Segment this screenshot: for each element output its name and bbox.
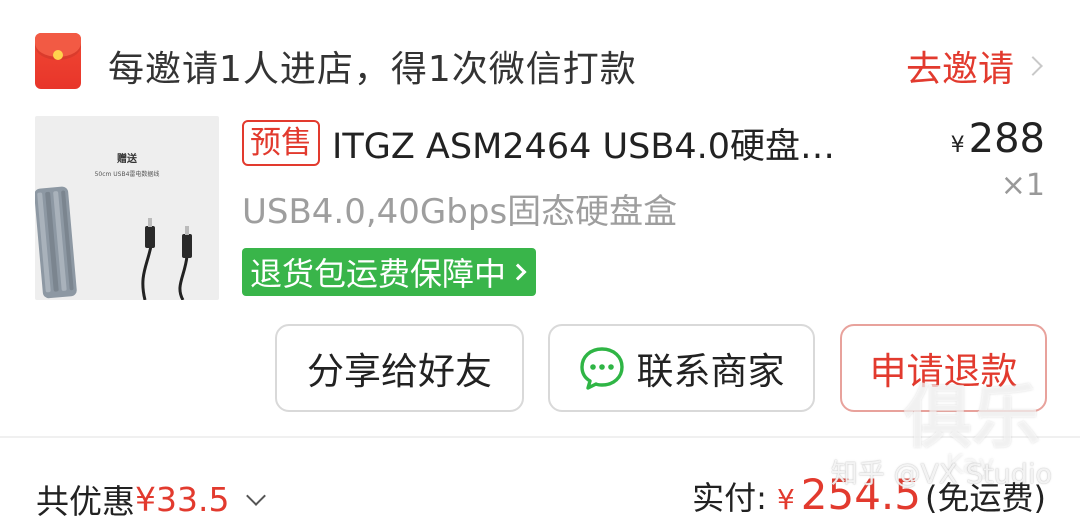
price-currency: ¥ <box>950 133 965 158</box>
chat-bubble-icon <box>579 346 625 390</box>
product-price: ¥ 288 <box>951 116 1045 162</box>
red-envelope-icon <box>35 33 81 89</box>
paid-currency: ¥ <box>776 483 795 516</box>
share-to-friend-button[interactable]: 分享给好友 <box>275 324 524 412</box>
invite-banner: 每邀请1人进店，得1次微信打款 去邀请 <box>0 8 1080 108</box>
share-button-label: 分享给好友 <box>307 350 492 393</box>
watermark-overlay: 俱乐 <box>903 379 1040 458</box>
chevron-down-icon <box>246 486 267 506</box>
discount-amount: ¥33.5 <box>135 479 230 519</box>
invite-link-label: 去邀请 <box>905 49 1014 90</box>
invite-text: 每邀请1人进店，得1次微信打款 <box>108 49 637 90</box>
product-title: ITGZ ASM2464 USB4.0硬盘… <box>332 126 835 167</box>
contact-button-label: 联系商家 <box>636 350 785 393</box>
discount-label: 共优惠 <box>36 482 135 521</box>
chevron-right-icon <box>509 263 527 281</box>
product-title-row[interactable]: 预售 ITGZ ASM2464 USB4.0硬盘… <box>242 118 902 168</box>
invite-link[interactable]: 去邀请 <box>905 40 1043 92</box>
watermark-text: 知乎 @VX Studio <box>830 459 1052 490</box>
return-shipping-guarantee[interactable]: 退货包运费保障中 <box>242 248 537 296</box>
product-photo-drawing <box>35 186 192 300</box>
contact-seller-button[interactable]: 联系商家 <box>548 324 815 412</box>
chevron-right-icon <box>1023 56 1043 76</box>
presale-badge: 预售 <box>242 120 320 166</box>
guarantee-label: 退货包运费保障中 <box>250 255 507 293</box>
product-quantity: ×1 <box>1000 168 1045 203</box>
product-spec: USB4.0,40Gbps固态硬盘盒 <box>242 192 678 232</box>
product-image[interactable]: 赠送 50cm USB4雷电数据线 <box>35 116 219 300</box>
price-amount: 288 <box>968 116 1045 162</box>
paid-label: 实付: <box>692 479 767 517</box>
discount-summary[interactable]: 共优惠 ¥33.5 <box>36 475 267 522</box>
